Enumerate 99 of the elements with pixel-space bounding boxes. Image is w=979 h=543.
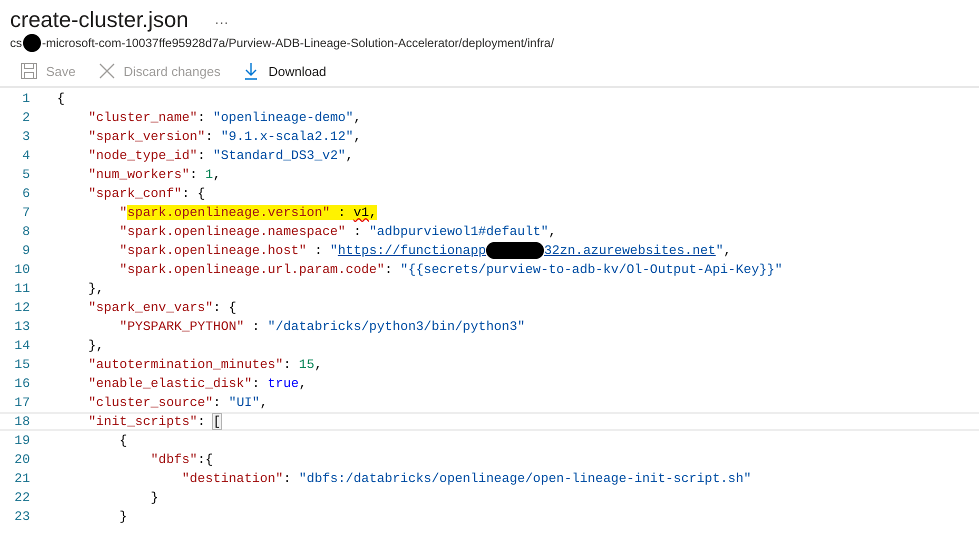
line-number: 21: [13, 470, 30, 488]
code-punctuation: ,: [314, 357, 322, 372]
file-path: cs: [10, 36, 22, 50]
code-punctuation: :: [190, 167, 198, 182]
code-punctuation: ,: [298, 376, 307, 391]
more-menu[interactable]: ···: [214, 14, 229, 30]
code-punctuation: :: [251, 319, 261, 334]
code-punctuation: :: [205, 129, 214, 144]
code-string: "Standard_DS3_v2": [213, 148, 346, 163]
code-punctuation: ,: [353, 110, 362, 125]
code-boolean: true: [268, 376, 299, 391]
code-string: ": [716, 243, 724, 258]
code-punctuation: :: [197, 148, 206, 163]
code-key: "spark_env_vars": [57, 300, 214, 315]
code-punctuation: ,: [213, 167, 221, 182]
code-punctuation: ,: [260, 395, 268, 410]
line-number: 17: [13, 394, 30, 412]
line-number: 14: [13, 337, 30, 355]
save-icon: [20, 62, 38, 80]
code-key: "spark.openlineage.url.param.code": [57, 262, 385, 277]
code-number: 15: [298, 357, 314, 372]
code-punctuation: v1: [353, 205, 370, 220]
code-key: "spark_version": [57, 129, 206, 144]
download-button[interactable]: Download: [238, 60, 330, 82]
code-string: "/databricks/python3/bin/python3": [268, 319, 526, 334]
code-number: 1: [205, 167, 214, 182]
code-punctuation: {: [118, 433, 128, 448]
code-key: "dbfs": [57, 452, 198, 467]
line-number: 4: [21, 147, 30, 165]
code-key: "spark_conf": [57, 186, 182, 201]
code-punctuation: ,: [346, 148, 354, 163]
code-key: ": [57, 205, 128, 220]
code-punctuation: :: [197, 414, 206, 429]
code-key: "node_type_id": [57, 148, 198, 163]
code-string: ": [330, 243, 338, 258]
code-punctuation: :: [252, 376, 261, 391]
code-punctuation: :: [313, 243, 324, 258]
code-link[interactable]: https://functionapp: [338, 243, 486, 258]
line-number: 19: [13, 432, 30, 450]
code-punctuation: :: [352, 224, 362, 239]
code-key: "PYSPARK_PYTHON": [57, 319, 244, 334]
line-number: 5: [21, 166, 30, 184]
code-punctuation: : {: [213, 300, 236, 315]
line-number: 10: [13, 261, 30, 279]
code-key: "init_scripts": [57, 414, 198, 429]
code-punctuation: :: [384, 262, 394, 277]
code-string: "dbfs:/databricks/openlineage/open-lineage-init-script.sh": [298, 471, 752, 486]
code-string: "UI": [228, 395, 260, 410]
code-punctuation: :: [197, 110, 206, 125]
code-key: "destination": [57, 471, 284, 486]
line-number: 22: [13, 489, 30, 507]
line-number: 16: [13, 375, 30, 393]
code-key: "enable_elastic_disk": [57, 376, 252, 391]
close-icon: [98, 62, 116, 80]
line-number: 9: [21, 242, 30, 260]
code-punctuation: }: [118, 509, 128, 524]
line-number: 15: [13, 356, 30, 374]
code-string: "adbpurviewol1#default": [369, 224, 548, 239]
code-key: "spark.openlineage.host": [57, 243, 307, 258]
code-punctuation: },: [87, 338, 104, 353]
code-link[interactable]: 32zn.azurewebsites.net: [544, 243, 716, 258]
code-punctuation: [: [213, 414, 221, 429]
line-number: 18: [13, 413, 30, 431]
code-punctuation: :: [283, 357, 292, 372]
code-punctuation: ,: [353, 129, 362, 144]
code-key: "autotermination_minutes": [57, 357, 284, 372]
code-punctuation: ,: [548, 224, 556, 239]
line-number: 3: [21, 128, 30, 146]
code-punctuation: :: [213, 395, 222, 410]
code-key: spark.openlineage.version": [127, 205, 330, 220]
line-number: 2: [21, 109, 30, 127]
code-punctuation: {: [57, 91, 65, 106]
line-number: 13: [13, 318, 30, 336]
line-number: 20: [13, 451, 30, 469]
code-key: "cluster_name": [57, 110, 198, 125]
file-path: -microsoft-com-10037ffe95928d7a/Purview-ADB-Lineage-Solution-Accelerator/deployment/infra/: [42, 36, 554, 50]
code-key: "num_workers": [57, 167, 190, 182]
line-number: 11: [13, 280, 30, 298]
code-key: "cluster_source": [57, 395, 214, 410]
code-punctuation: ,: [724, 243, 732, 258]
file-title: create-cluster.json: [10, 6, 189, 34]
line-number: 6: [21, 185, 30, 203]
code-string: "9.1.x-scala2.12": [220, 129, 354, 144]
code-punctuation: },: [87, 281, 104, 296]
code-string: "{{secrets/purview-to-adb-kv/Ol-Output-Api-Key}}": [400, 262, 783, 277]
line-number: 8: [21, 223, 30, 241]
code-key: "spark.openlineage.namespace": [57, 224, 346, 239]
code-punctuation: :: [330, 205, 354, 220]
code-punctuation: ,: [369, 205, 377, 220]
line-number: 1: [21, 90, 30, 108]
line-number: 7: [21, 204, 30, 222]
code-punctuation: : {: [182, 186, 206, 201]
code-string: "openlineage-demo": [213, 110, 354, 125]
line-number: 12: [13, 299, 30, 317]
code-punctuation: }: [150, 490, 158, 505]
code-punctuation: :: [283, 471, 292, 486]
code-punctuation: :{: [197, 452, 214, 467]
line-number: 23: [13, 508, 30, 526]
redaction-mark: [486, 242, 544, 260]
